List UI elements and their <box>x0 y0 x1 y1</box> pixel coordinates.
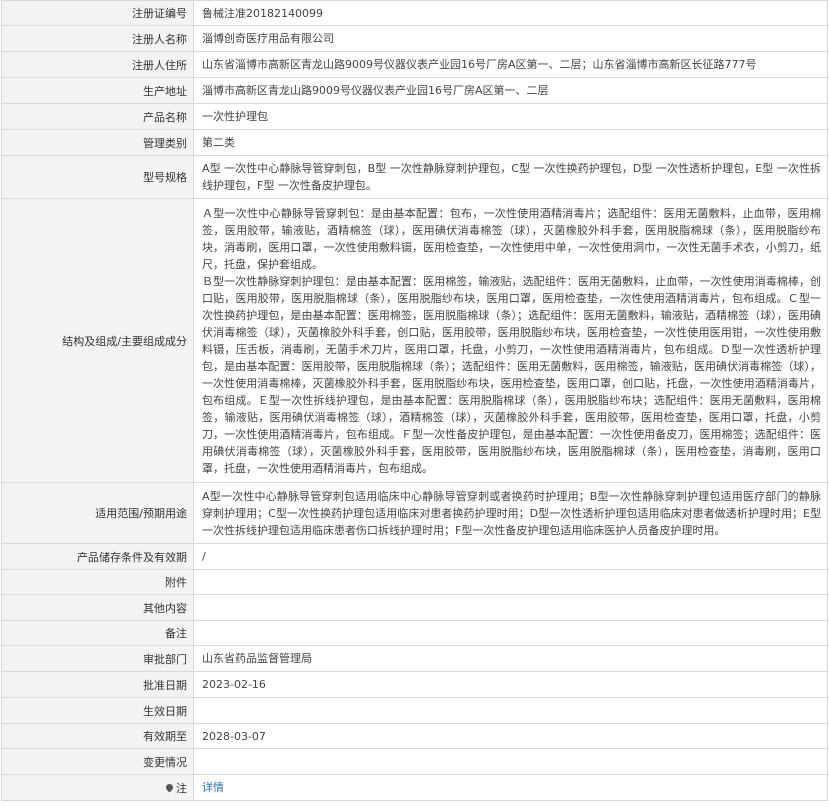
row-value: A型一次性中心静脉导管穿刺包适用临床中心静脉导管穿刺或者换药时护理用；B型一次性… <box>193 482 828 544</box>
row-remarks: 备注 <box>1 620 828 646</box>
row-label: 变更情况 <box>1 748 194 775</box>
row-registration-number: 注册证编号 鲁械注准20182140099 <box>1 0 828 26</box>
row-other-content: 其他内容 <box>1 594 828 621</box>
row-change-status: 变更情况 <box>1 748 828 775</box>
row-value: 第二类 <box>193 129 828 156</box>
row-intended-use: 适用范围/预期用途 A型一次性中心静脉导管穿刺包适用临床中心静脉导管穿刺或者换药… <box>1 482 828 544</box>
row-value: 淄博创奇医疗用品有限公司 <box>193 25 828 52</box>
row-label: 产品储存条件及有效期 <box>1 543 194 570</box>
row-production-address: 生产地址 淄博市高新区青龙山路9009号仪器仪表产业园16号厂房A区第一、二层 <box>1 77 828 104</box>
row-label: 产品名称 <box>1 103 194 130</box>
note-label: 注 <box>176 781 187 795</box>
row-registrant-name: 注册人名称 淄博创奇医疗用品有限公司 <box>1 25 828 52</box>
details-link[interactable]: 详情 <box>202 781 224 794</box>
row-label: 管理类别 <box>1 129 194 156</box>
row-product-name: 产品名称 一次性护理包 <box>1 103 828 130</box>
row-label: 注册人名称 <box>1 25 194 52</box>
row-label: 生效日期 <box>1 697 194 724</box>
row-value <box>193 620 828 646</box>
row-value: A型 一次性中心静脉导管穿刺包，B型 一次性静脉穿刺护理包，C型 一次性换药护理… <box>193 155 828 199</box>
row-management-category: 管理类别 第二类 <box>1 129 828 156</box>
row-value: 山东省药品监督管理局 <box>193 645 828 672</box>
row-value <box>193 748 828 775</box>
row-attachments: 附件 <box>1 569 828 595</box>
row-approval-date: 批准日期 2023-02-16 <box>1 671 828 698</box>
row-label: 生产地址 <box>1 77 194 104</box>
row-label: 审批部门 <box>1 645 194 672</box>
row-value: 鲁械注准20182140099 <box>193 0 828 26</box>
row-value <box>193 569 828 595</box>
row-valid-until: 有效期至 2028-03-07 <box>1 723 828 749</box>
location-pin-icon <box>164 782 175 792</box>
row-approval-department: 审批部门 山东省药品监督管理局 <box>1 645 828 672</box>
row-value: 山东省淄博市高新区青龙山路9009号仪器仪表产业园16号厂房A区第一、二层；山东… <box>193 51 828 78</box>
row-label: 注册人住所 <box>1 51 194 78</box>
row-label: 批准日期 <box>1 671 194 698</box>
registration-detail-table: 注册证编号 鲁械注准20182140099 注册人名称 淄博创奇医疗用品有限公司… <box>1 0 828 801</box>
row-value: 2023-02-16 <box>193 671 828 698</box>
row-label: 型号规格 <box>1 155 194 199</box>
row-value: 2028-03-07 <box>193 723 828 749</box>
row-value: / <box>193 543 828 570</box>
note-label-cell: 注 <box>1 774 194 801</box>
row-value <box>193 697 828 724</box>
row-label: 其他内容 <box>1 594 194 621</box>
row-label: 有效期至 <box>1 723 194 749</box>
row-value <box>193 594 828 621</box>
row-label: 适用范围/预期用途 <box>1 482 194 544</box>
row-label: 注册证编号 <box>1 0 194 26</box>
row-label: 附件 <box>1 569 194 595</box>
row-label: 结构及组成/主要组成成分 <box>1 198 194 483</box>
row-label: 备注 <box>1 620 194 646</box>
row-value: Ａ型一次性中心静脉导管穿刺包：是由基本配置：包布，一次性使用酒精消毒片；选配组件… <box>193 198 828 483</box>
note-value-cell: 详情 <box>193 774 828 801</box>
row-effective-date: 生效日期 <box>1 697 828 724</box>
row-storage-validity: 产品储存条件及有效期 / <box>1 543 828 570</box>
row-note: 注 详情 <box>1 774 828 801</box>
row-structure-composition: 结构及组成/主要组成成分 Ａ型一次性中心静脉导管穿刺包：是由基本配置：包布，一次… <box>1 198 828 483</box>
row-registrant-address: 注册人住所 山东省淄博市高新区青龙山路9009号仪器仪表产业园16号厂房A区第一… <box>1 51 828 78</box>
row-model-spec: 型号规格 A型 一次性中心静脉导管穿刺包，B型 一次性静脉穿刺护理包，C型 一次… <box>1 155 828 199</box>
row-value: 淄博市高新区青龙山路9009号仪器仪表产业园16号厂房A区第一、二层 <box>193 77 828 104</box>
row-value: 一次性护理包 <box>193 103 828 130</box>
